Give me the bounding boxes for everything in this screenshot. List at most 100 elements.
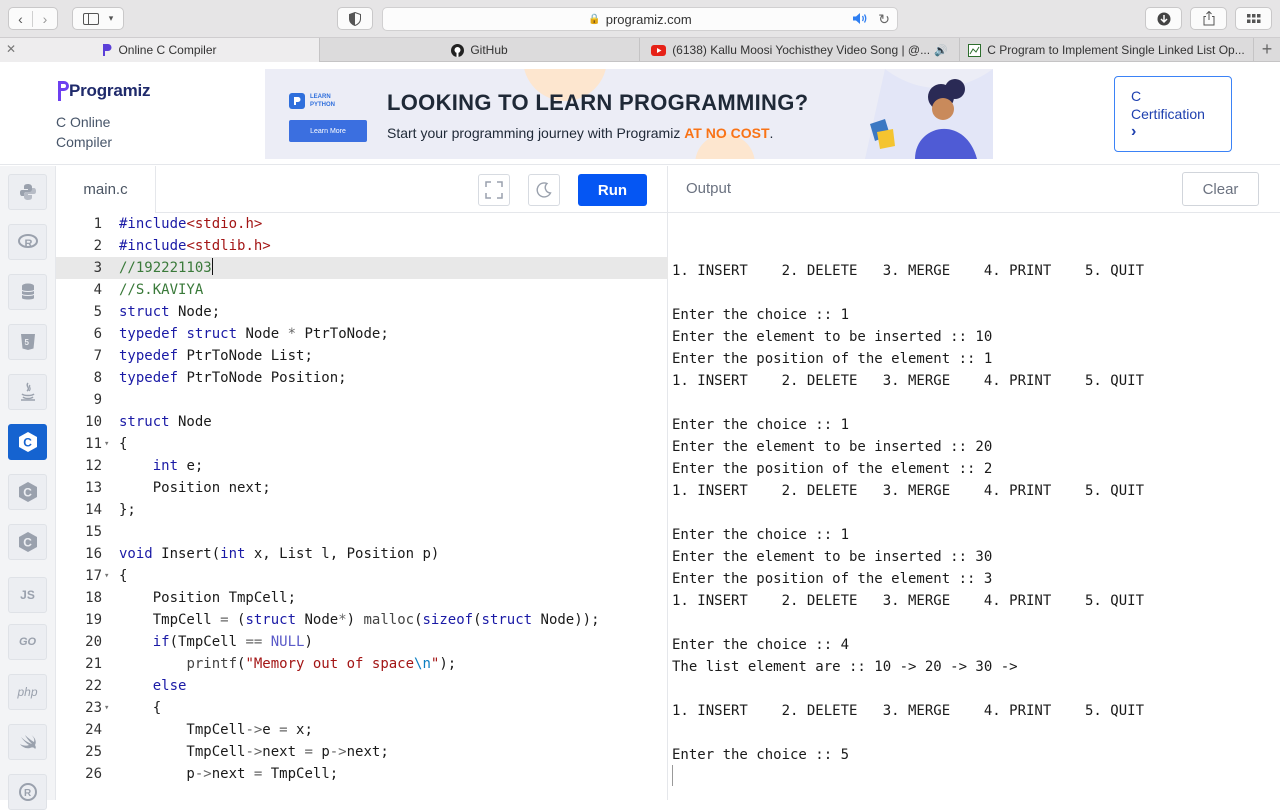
ad-subtitle-highlight: AT NO COST: [684, 125, 770, 141]
code-line[interactable]: 17 ▾ {: [56, 565, 668, 587]
svg-text:5: 5: [24, 338, 29, 347]
language-python-button[interactable]: [8, 174, 47, 210]
code-line[interactable]: 4 //S.KAVIYA: [56, 279, 668, 301]
line-number: 24: [85, 722, 102, 738]
new-tab-icon[interactable]: +: [1254, 38, 1280, 61]
tab-overview-button[interactable]: [1235, 7, 1272, 30]
share-button[interactable]: [1190, 7, 1227, 30]
line-number: 5: [93, 304, 102, 320]
code-line[interactable]: 14};: [56, 499, 668, 521]
forward-icon[interactable]: ›: [33, 11, 57, 27]
tab-linked-list-article[interactable]: C Program to Implement Single Linked Lis…: [960, 38, 1254, 62]
code-line[interactable]: 26 p->next = TmpCell;: [56, 763, 668, 785]
fold-arrow-icon[interactable]: ▾: [104, 565, 109, 587]
code-line[interactable]: 8 typedef PtrToNode Position;: [56, 367, 668, 389]
code-line[interactable]: 3 //192221103: [56, 257, 668, 279]
language-php-button[interactable]: php: [8, 674, 47, 710]
fold-arrow-icon[interactable]: ▾: [104, 697, 109, 719]
code-text: TmpCell = (struct Node*) malloc(sizeof(s…: [119, 612, 600, 628]
code-area[interactable]: 1 #include<stdio.h> 2 #include<stdlib.h> 3 //…: [56, 213, 668, 800]
ad-learn-more-button[interactable]: Learn More: [289, 120, 367, 142]
tab-github[interactable]: GitHub: [320, 38, 640, 62]
close-tab-icon[interactable]: ✕: [6, 42, 16, 56]
code-text: void Insert(int x, List l, Position p): [119, 546, 440, 562]
code-line[interactable]: 16 void Insert(int x, List l, Position p): [56, 543, 668, 565]
language-sql-button[interactable]: [8, 274, 47, 310]
chevron-down-icon[interactable]: ▾: [109, 13, 114, 24]
output-line: Enter the choice :: 1: [672, 417, 850, 433]
speaker-icon[interactable]: [852, 12, 869, 28]
code-line[interactable]: 1 #include<stdio.h>: [56, 213, 668, 235]
language-rust-button[interactable]: R: [8, 774, 47, 810]
ad-banner[interactable]: LEARN PYTHON Learn More LOOKING TO LEARN…: [265, 69, 993, 159]
code-text: //S.KAVIYA: [119, 282, 204, 298]
back-forward-buttons[interactable]: ‹ ›: [8, 7, 58, 30]
language-go-button[interactable]: GO: [8, 624, 47, 660]
tab-online-c-compiler[interactable]: ✕ Online C Compiler: [0, 38, 320, 62]
language-cpp-button[interactable]: C: [8, 474, 47, 510]
code-line[interactable]: 24 TmpCell->e = x;: [56, 719, 668, 741]
language-js-button[interactable]: JS: [8, 577, 47, 613]
code-line[interactable]: 5 struct Node;: [56, 301, 668, 323]
tab-title: (6138) Kallu Moosi Yochisthey Video Song…: [672, 43, 931, 57]
language-c-button[interactable]: C: [8, 424, 47, 460]
code-line[interactable]: 6 typedef struct Node * PtrToNode;: [56, 323, 668, 345]
back-icon[interactable]: ‹: [9, 10, 33, 27]
tab-youtube-video[interactable]: (6138) Kallu Moosi Yochisthey Video Song…: [640, 38, 960, 62]
file-tab-main-c[interactable]: main.c: [56, 166, 156, 213]
code-line[interactable]: 18 Position TmpCell;: [56, 587, 668, 609]
sidebar-toggle-button[interactable]: ▾: [72, 7, 124, 30]
code-line[interactable]: 9: [56, 389, 668, 411]
swift-icon: [19, 735, 36, 749]
address-bar[interactable]: 🔒 programiz.com ↻: [382, 7, 898, 31]
browser-toolbar: ‹ › ▾ 🔒 programiz.com ↻: [0, 0, 1280, 38]
language-swift-button[interactable]: [8, 724, 47, 760]
output-console[interactable]: 1. INSERT 2. DELETE 3. MERGE 4. PRINT 5.…: [672, 260, 1144, 766]
code-line[interactable]: 20 if(TmpCell == NULL): [56, 631, 668, 653]
downloads-button[interactable]: [1145, 7, 1182, 30]
fold-arrow-icon[interactable]: ▾: [104, 433, 109, 455]
privacy-shield-button[interactable]: [337, 7, 373, 30]
code-line[interactable]: 25 TmpCell->next = p->next;: [56, 741, 668, 763]
reload-icon[interactable]: ↻: [878, 11, 890, 28]
code-line[interactable]: 7 typedef PtrToNode List;: [56, 345, 668, 367]
output-line: 1. INSERT 2. DELETE 3. MERGE 4. PRINT 5.…: [672, 483, 1145, 499]
ad-subtitle-prefix: Start your programming journey with Prog…: [387, 125, 685, 141]
go-icon: GO: [18, 636, 37, 648]
dark-mode-button[interactable]: [528, 174, 560, 206]
code-line[interactable]: 2 #include<stdlib.h>: [56, 235, 668, 257]
code-text: printf("Memory out of space\n");: [186, 656, 457, 672]
code-line[interactable]: 13 Position next;: [56, 477, 668, 499]
language-html-button[interactable]: 5: [8, 324, 47, 360]
code-text: int e;: [152, 458, 204, 474]
article-favicon-icon: [968, 43, 982, 57]
code-line[interactable]: 22 else: [56, 675, 668, 697]
language-r-button[interactable]: R: [8, 224, 47, 260]
language-java-button[interactable]: [8, 374, 47, 410]
programiz-logo[interactable]: Programiz: [57, 80, 151, 102]
speaker-icon[interactable]: 🔊: [934, 44, 948, 57]
line-number: 13: [85, 480, 102, 496]
clear-button[interactable]: Clear: [1182, 172, 1259, 206]
tab-title: Online C Compiler: [118, 43, 217, 57]
code-line[interactable]: 21 printf("Memory out of space\n");: [56, 653, 668, 675]
line-number: 17: [85, 568, 102, 584]
language-csharp-button[interactable]: C: [8, 524, 47, 560]
output-line: Enter the element to be inserted :: 10: [672, 329, 993, 345]
code-line[interactable]: 10 struct Node: [56, 411, 668, 433]
code-line[interactable]: 12 int e;: [56, 455, 668, 477]
output-line: Enter the position of the element :: 2: [672, 461, 993, 477]
code-line[interactable]: 15: [56, 521, 668, 543]
code-text: //192221103: [119, 258, 213, 276]
line-number: 4: [93, 282, 102, 298]
run-button[interactable]: Run: [578, 174, 647, 206]
output-line: Enter the choice :: 5: [672, 747, 850, 763]
fullscreen-button[interactable]: [478, 174, 510, 206]
code-line[interactable]: 23 ▾ {: [56, 697, 668, 719]
python-icon: [19, 184, 36, 200]
code-line[interactable]: 19 TmpCell = (struct Node*) malloc(sizeo…: [56, 609, 668, 631]
line-number: 9: [93, 392, 102, 408]
c-certification-button[interactable]: C Certification ›: [1114, 76, 1232, 152]
code-line[interactable]: 11 ▾ {: [56, 433, 668, 455]
